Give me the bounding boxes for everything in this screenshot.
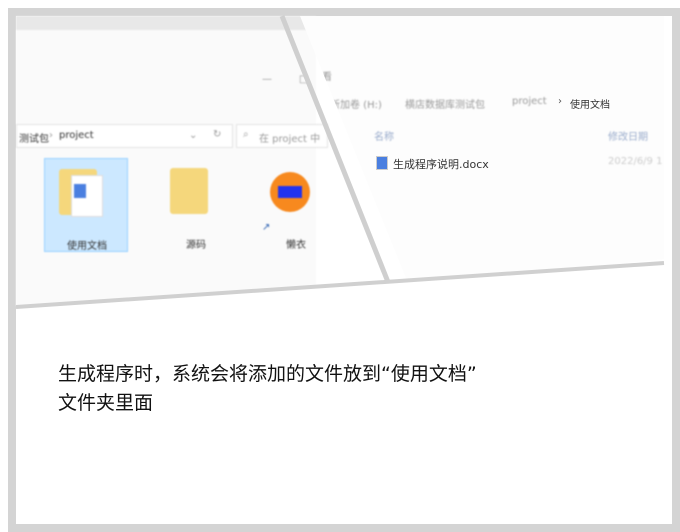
caption-line: 生成程序时，系统会将添加的文件放到“使用文档” (58, 363, 477, 385)
caption: 生成程序时，系统会将添加的文件放到“使用文档” 文件夹里面 (58, 360, 477, 418)
caption-line: 文件夹里面 (58, 392, 154, 414)
divider-lines (15, 15, 665, 516)
